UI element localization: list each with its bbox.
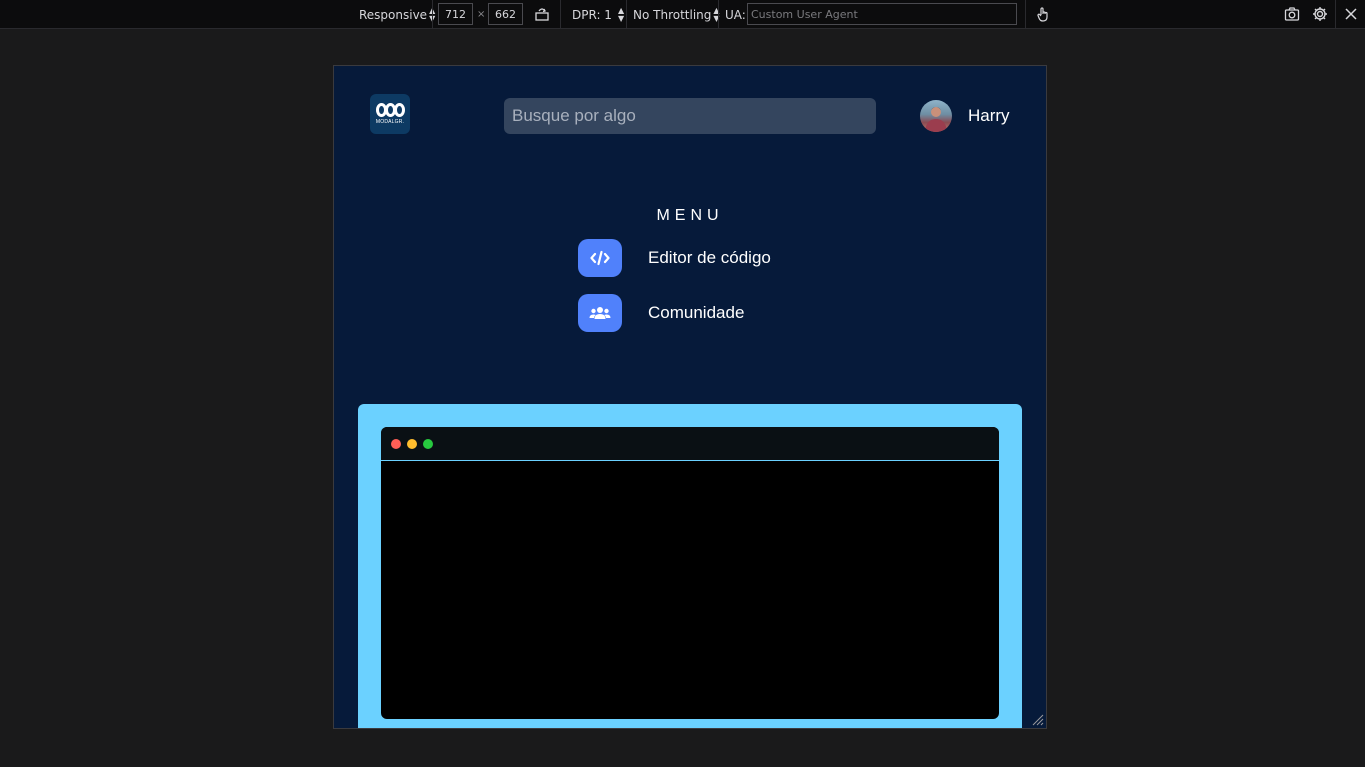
code-editor[interactable] <box>381 427 999 719</box>
menu-item-community[interactable]: Comunidade <box>578 293 744 333</box>
dpr-label: DPR: 1 <box>572 7 612 22</box>
code-icon <box>590 250 610 266</box>
avatar[interactable] <box>920 100 952 132</box>
menu-title: MENU <box>656 207 724 224</box>
close-icon[interactable] <box>1342 5 1360 23</box>
dpr-selector[interactable]: DPR: 1 ▲ ▼ <box>572 0 624 29</box>
user-agent-input[interactable] <box>747 3 1017 25</box>
web-page: MODALGR. Harry MENU Editor de código <box>334 66 1046 728</box>
code-editor-button[interactable] <box>578 239 622 277</box>
updown-arrows-icon: ▲▼ <box>617 5 625 23</box>
device-selector-label: Responsive <box>359 7 428 22</box>
responsive-toolbar: Responsive ▲▼ 712 × 662 DPR: 1 ▲▼ No Thr… <box>0 0 1365 29</box>
rotate-icon[interactable] <box>533 5 551 23</box>
community-button[interactable] <box>578 294 622 332</box>
minimize-dot <box>407 439 417 449</box>
ua-label: UA: <box>725 7 746 22</box>
settings-icon[interactable] <box>1311 5 1329 23</box>
screenshot-icon[interactable] <box>1283 5 1301 23</box>
viewport-height-input[interactable]: 662 <box>488 3 523 25</box>
resize-handle-icon[interactable] <box>1032 714 1044 726</box>
menu-item-code-editor[interactable]: Editor de código <box>578 238 771 278</box>
site-logo[interactable]: MODALGR. <box>370 94 410 134</box>
viewport-width-input[interactable]: 712 <box>438 3 473 25</box>
menu-item-label: Editor de código <box>648 248 771 267</box>
maximize-dot <box>423 439 433 449</box>
search-input[interactable] <box>504 98 876 134</box>
throttling-label: No Throttling <box>633 7 712 22</box>
touch-icon[interactable] <box>1034 5 1052 23</box>
device-viewport: MODALGR. Harry MENU Editor de código <box>333 65 1047 729</box>
dimension-separator: × <box>477 9 486 20</box>
code-editor-frame <box>358 404 1022 728</box>
menu-item-label: Comunidade <box>648 303 745 322</box>
device-selector[interactable]: Responsive ▲▼ <box>359 0 435 29</box>
logo-rings-icon <box>375 103 405 117</box>
close-dot <box>391 439 401 449</box>
logo-text: MODALGR. <box>375 119 405 125</box>
users-icon <box>589 307 611 319</box>
editor-title-bar <box>381 427 999 461</box>
throttling-selector[interactable]: No Throttling ▲ ▼ <box>633 0 720 29</box>
user-name[interactable]: Harry <box>968 106 1010 126</box>
